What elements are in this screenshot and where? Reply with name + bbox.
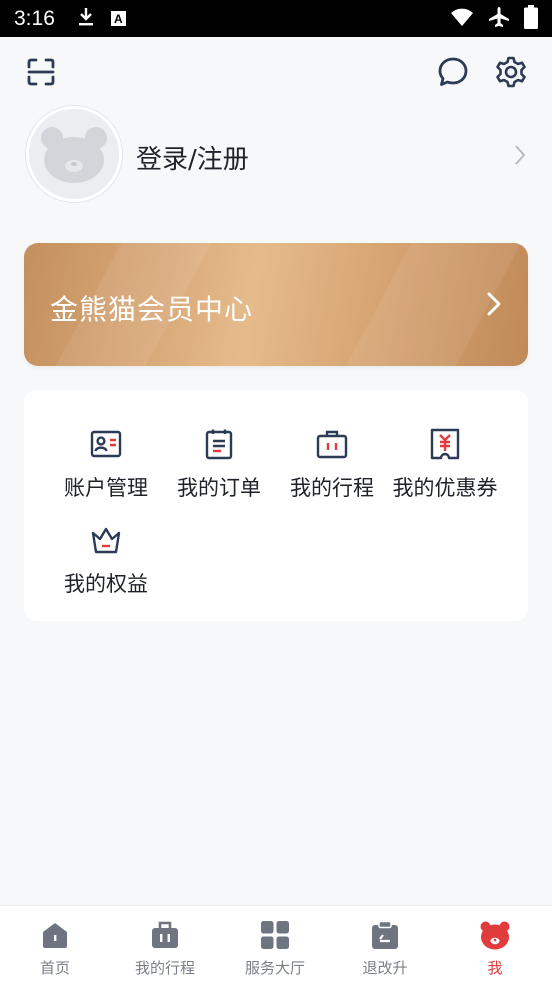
login-register-link[interactable]: 登录/注册	[136, 139, 249, 176]
vip-center-card[interactable]: 金熊猫会员中心	[24, 243, 528, 366]
nav-item-service-hall[interactable]: 服务大厅	[220, 906, 330, 983]
download-icon	[77, 7, 95, 31]
wifi-icon	[450, 7, 474, 31]
battery-icon	[524, 4, 538, 33]
nav-item-refund-change[interactable]: 退改升	[330, 906, 440, 983]
menu-item-orders[interactable]: 我的订单	[159, 424, 279, 504]
panda-avatar-icon	[41, 127, 107, 183]
menu-item-benefits[interactable]: 我的权益	[46, 520, 166, 600]
nav-item-me[interactable]: 我	[440, 906, 550, 983]
airplane-icon	[488, 6, 510, 32]
nav-label: 首页	[39, 959, 70, 977]
menu-item-label: 我的优惠券	[392, 476, 498, 500]
order-list-icon	[159, 424, 279, 464]
nav-item-trips[interactable]: 我的行程	[110, 906, 220, 983]
menu-item-label: 我的权益	[64, 572, 148, 596]
bottom-nav: 首页 我的行程 服务大厅 退改升 我	[0, 905, 552, 983]
nav-label: 我的行程	[134, 959, 195, 977]
status-time: 3:16	[14, 6, 55, 30]
nav-label: 退改升	[362, 959, 408, 977]
menu-item-account[interactable]: 账户管理	[46, 424, 166, 504]
avatar[interactable]	[26, 106, 122, 202]
app-a-icon: A	[110, 11, 126, 26]
crown-icon	[46, 520, 166, 560]
panda-icon	[440, 920, 550, 950]
clipboard-icon	[330, 920, 440, 950]
grid-icon	[220, 920, 330, 950]
home-icon	[0, 920, 110, 950]
nav-label: 我	[487, 959, 503, 977]
vip-center-title: 金熊猫会员中心	[50, 293, 254, 326]
top-bar	[0, 37, 552, 107]
menu-item-coupons[interactable]: 我的优惠券	[385, 424, 505, 504]
menu-item-trips[interactable]: 我的行程	[272, 424, 392, 504]
chevron-right-icon[interactable]	[486, 291, 502, 321]
nav-label: 服务大厅	[244, 959, 305, 977]
message-icon[interactable]	[437, 56, 469, 92]
gear-icon[interactable]	[494, 55, 528, 93]
chevron-right-icon[interactable]	[513, 144, 527, 170]
nav-item-home[interactable]: 首页	[0, 906, 110, 983]
status-bar: 3:16 A	[0, 0, 552, 37]
coupon-icon	[385, 424, 505, 464]
luggage-icon	[272, 424, 392, 464]
luggage-icon	[110, 920, 220, 950]
profile-section[interactable]: 登录/注册	[0, 106, 552, 202]
menu-grid: 账户管理 我的订单 我的行程 我的优惠券 我的权益	[24, 390, 528, 621]
id-card-icon	[46, 424, 166, 464]
scan-icon[interactable]	[26, 57, 56, 91]
